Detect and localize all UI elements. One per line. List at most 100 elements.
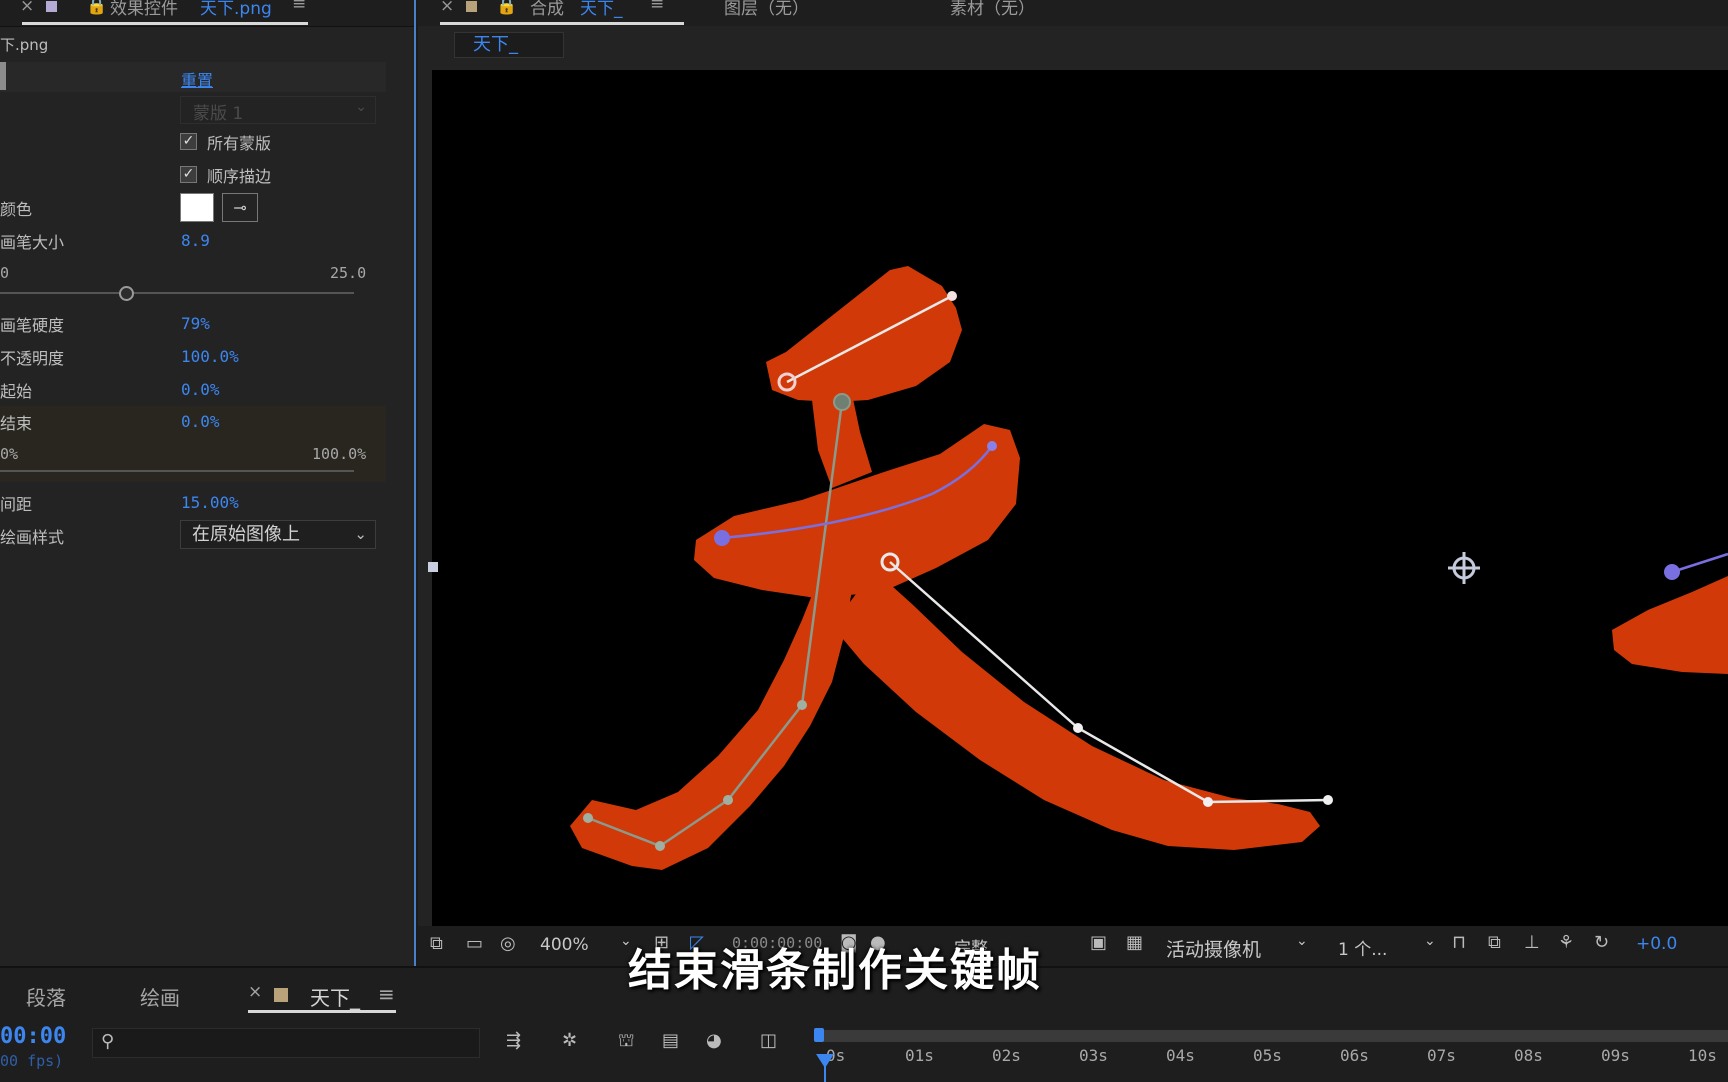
snapshot-icon[interactable]: ⧉	[430, 933, 443, 954]
end-slider[interactable]	[0, 470, 354, 472]
ruler-label: 05s	[1253, 1046, 1282, 1065]
comp-name-tab[interactable]: 天下_	[454, 32, 564, 58]
end-label: 结束	[0, 414, 33, 433]
ruler-label: 04s	[1166, 1046, 1195, 1065]
spacing-value[interactable]: 15.00%	[181, 493, 239, 512]
effects-tab-title[interactable]: 效果控件	[110, 0, 178, 19]
brush-size-max: 25.0	[330, 264, 367, 282]
graph-editor-icon[interactable]: ◫	[760, 1030, 777, 1051]
end-min: 0%	[0, 445, 19, 463]
timeline-icon[interactable]: ⊥	[1524, 932, 1540, 953]
comp-viewer[interactable]	[432, 70, 1728, 926]
vertex-vertical-start	[833, 393, 851, 411]
exposure-reset-icon[interactable]: ↻	[1594, 932, 1609, 953]
active-tab-underline	[22, 22, 308, 25]
comp-icon	[274, 988, 288, 1002]
ruler-label: 08s	[1514, 1046, 1543, 1065]
export-frame-icon[interactable]: ⧉	[1488, 932, 1501, 953]
vertex-cross-end	[987, 441, 997, 451]
camera-dropdown[interactable]: 活动摄像机 ⌄	[1160, 932, 1312, 961]
active-tab-underline	[440, 22, 684, 25]
opacity-value[interactable]: 100.0%	[181, 347, 239, 366]
brush-size-slider-knob[interactable]	[119, 286, 135, 301]
glyph-next-fragment	[1612, 576, 1728, 674]
effects-tab-bar: × 🔒 效果控件 天下.png ≡	[0, 0, 414, 27]
ruler-label: 09s	[1601, 1046, 1630, 1065]
brush-size-min: 0	[0, 264, 10, 282]
ruler-label: 01s	[905, 1046, 934, 1065]
frame-blending-icon[interactable]: ▤	[662, 1030, 679, 1051]
spacing-label: 间距	[0, 495, 33, 514]
current-time[interactable]: 00:00	[0, 1024, 66, 1049]
chevron-down-icon: ⌄	[355, 99, 367, 115]
anchor-point-icon	[1448, 552, 1480, 584]
search-icon: ⚲	[101, 1031, 115, 1052]
monitor-icon[interactable]: ▭	[466, 933, 483, 954]
all-masks-checkbox[interactable]: ✓	[180, 133, 197, 150]
eyedropper-icon[interactable]: ⊸	[222, 193, 258, 222]
zoom-dropdown[interactable]: 400% ⌄	[536, 932, 640, 960]
vertex-right-2	[1203, 797, 1213, 807]
comp-icon	[466, 1, 477, 12]
region-icon[interactable]: ▣	[1090, 932, 1107, 953]
ruler-label: 02s	[992, 1046, 1021, 1065]
zoom-value: 400%	[540, 935, 589, 955]
timeline-search-input[interactable]: ⚲	[92, 1028, 480, 1058]
timeline-comp-tab[interactable]: 天下_	[310, 982, 360, 1011]
color-swatch[interactable]	[180, 193, 214, 222]
flowchart-icon[interactable]: ⚘	[1558, 932, 1574, 953]
views-dropdown[interactable]: 1 个... ⌄	[1332, 932, 1440, 960]
effects-tab-file[interactable]: 天下.png	[200, 0, 272, 19]
lock-icon[interactable]: 🔒	[496, 0, 517, 16]
vertex-vertical-2	[723, 795, 733, 805]
brush-size-slider[interactable]	[0, 292, 354, 294]
sequential-checkbox[interactable]: ✓	[180, 166, 197, 183]
layer-path: 下.png	[0, 36, 49, 54]
transparency-grid-icon[interactable]: ▦	[1126, 932, 1143, 953]
effect-collapse-toggle[interactable]	[0, 62, 6, 90]
paint-tab[interactable]: 绘画	[140, 982, 180, 1011]
close-icon[interactable]: ×	[248, 982, 262, 1002]
exposure-value[interactable]: +0.0	[1636, 934, 1677, 954]
hardness-value[interactable]: 79%	[181, 314, 210, 333]
work-area-start-handle[interactable]	[814, 1028, 824, 1042]
layer-tab[interactable]: 图层（无）	[724, 0, 809, 19]
panel-menu-icon[interactable]: ≡	[378, 982, 395, 1006]
mask-visibility-icon[interactable]: ◎	[500, 933, 516, 954]
hardness-label: 画笔硬度	[0, 316, 65, 335]
panel-menu-icon[interactable]: ≡	[650, 0, 664, 14]
reset-link[interactable]: 重置	[181, 67, 213, 91]
vertex-next-start	[1664, 564, 1680, 580]
opacity-label: 不透明度	[0, 349, 65, 368]
time-ruler[interactable]	[818, 1030, 1728, 1042]
glyph-stroke-right-fall	[832, 570, 1320, 850]
fast-preview-icon[interactable]: ⊓	[1452, 932, 1466, 953]
close-icon[interactable]: ×	[20, 0, 34, 16]
footage-tab[interactable]: 素材（无）	[950, 0, 1035, 19]
comp-tab-name[interactable]: 天下_	[580, 0, 623, 19]
lock-icon[interactable]: 🔒	[86, 0, 107, 16]
paragraph-tab[interactable]: 段落	[26, 982, 66, 1011]
vertex-vertical-3	[655, 841, 665, 851]
video-subtitle: 结束滑条制作关键帧	[628, 945, 1042, 996]
views-value: 1 个...	[1338, 940, 1388, 960]
panel-menu-icon[interactable]: ≡	[292, 0, 306, 14]
comp-tab-title[interactable]: 合成	[530, 0, 564, 19]
viewer-canvas[interactable]	[432, 70, 1728, 926]
draft-3d-icon[interactable]: ✲	[562, 1030, 577, 1051]
composition-panel: × 🔒 合成 天下_ ≡ 图层（无） 素材（无） 天下_ ⧉ ▭ ◎ 400% …	[418, 0, 1728, 966]
mask-select[interactable]: 蒙版 1 ⌄	[180, 96, 376, 124]
start-value[interactable]: 0.0%	[181, 380, 220, 399]
shy-layers-icon[interactable]: ⛫	[618, 1030, 635, 1054]
end-value[interactable]: 0.0%	[181, 412, 220, 431]
paint-style-dropdown[interactable]: 在原始图像上 ⌄	[180, 520, 376, 549]
motion-blur-icon[interactable]: ◕	[706, 1030, 722, 1051]
close-icon[interactable]: ×	[440, 0, 454, 16]
brush-size-value[interactable]: 8.9	[181, 231, 210, 250]
chevron-down-icon: ⌄	[354, 525, 367, 543]
viewer-resize-handle[interactable]	[428, 562, 438, 572]
comp-flowchart-icon[interactable]: ⇶	[506, 1030, 521, 1051]
vertex-vertical-1	[797, 700, 807, 710]
ruler-label: 03s	[1079, 1046, 1108, 1065]
frame-rate: 00 fps)	[0, 1052, 64, 1070]
